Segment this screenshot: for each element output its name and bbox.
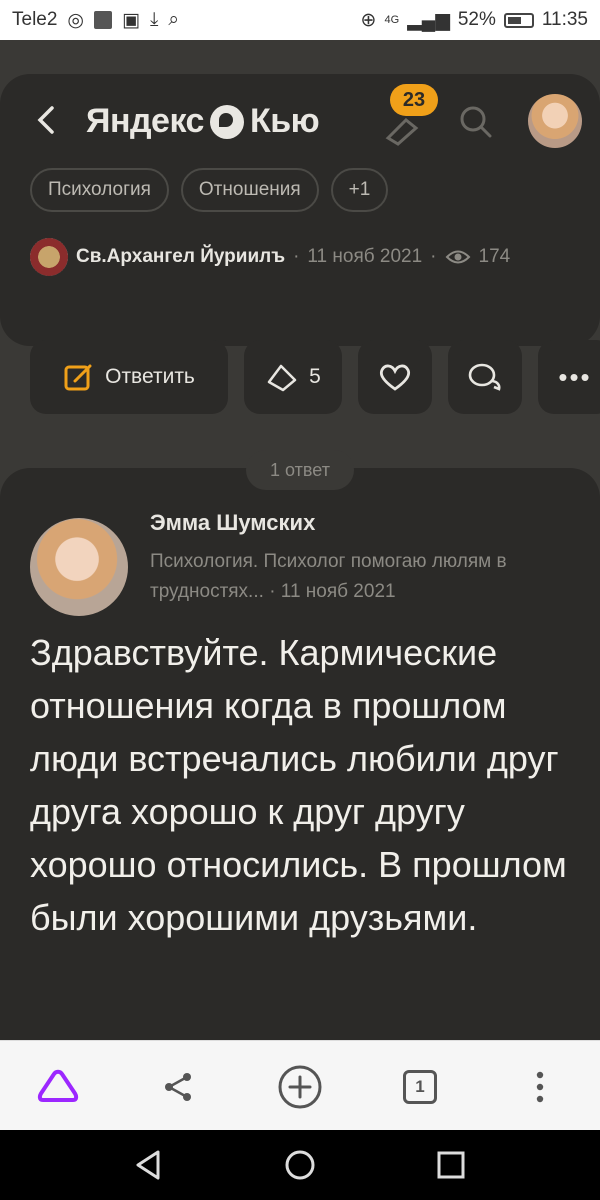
search-icon: ⌕ (168, 9, 180, 30)
action-bar: Ответить 5 ••• (30, 340, 600, 414)
upvote-count: 5 (309, 365, 321, 388)
yandex-q-logo[interactable]: Яндекс Кью (86, 102, 320, 141)
question-meta: Св.Архангел Йуриилъ · 11 нояб 2021 · 174 (30, 238, 510, 276)
app-notification-icon (94, 11, 113, 29)
separator-dot: · (269, 581, 281, 602)
like-button[interactable] (358, 340, 432, 414)
page-content: Яндекс Кью 23 Психология Отношения +1 Св… (0, 40, 600, 1040)
vertical-dots-icon (536, 1071, 544, 1103)
alice-icon (37, 1069, 79, 1102)
tabs-button[interactable]: 1 (396, 1063, 444, 1111)
answer-author-name[interactable]: Эмма Шумских (150, 510, 315, 536)
views-eye-icon (445, 250, 470, 264)
tabs-count: 1 (415, 1077, 425, 1096)
carrier-label: Tele2 (12, 9, 58, 30)
tag-list: Психология Отношения +1 (30, 168, 389, 212)
question-date: 11 нояб 2021 (307, 246, 423, 267)
user-avatar[interactable] (528, 94, 582, 148)
status-bar: Tele2 ◎ ▣ ⤓ ⌕ ⊕ 4G ▂▄▆ 52% 11:35 (0, 0, 600, 40)
author-avatar[interactable] (30, 238, 68, 276)
logo-brand-2: Кью (249, 102, 320, 140)
separator-dot: · (293, 246, 300, 267)
reply-label: Ответить (105, 365, 195, 388)
nav-back-icon[interactable] (132, 1148, 166, 1182)
separator-dot: · (430, 246, 437, 267)
battery-icon (503, 12, 534, 28)
app-header: Яндекс Кью 23 (0, 84, 600, 150)
nav-recents-icon[interactable] (434, 1148, 468, 1182)
comments-button[interactable] (448, 340, 522, 414)
answers-count: 1 ответ (246, 450, 354, 490)
answer-date: 11 нояб 2021 (280, 581, 396, 602)
share-button[interactable] (154, 1063, 202, 1111)
download-icon: ⤓ (149, 9, 159, 30)
answer-author-avatar[interactable] (30, 518, 128, 616)
upvote-icon (267, 364, 297, 392)
hotspot-icon: ◎ (67, 9, 85, 31)
answer-body: Здравствуйте. Кармические отношения когд… (30, 632, 567, 938)
reply-button[interactable]: Ответить (30, 340, 228, 414)
tag-chip[interactable]: Отношения (180, 168, 319, 212)
heart-icon (379, 364, 411, 391)
system-navigation-bar (0, 1130, 600, 1200)
author-name[interactable]: Св.Архангел Йуриилъ (76, 246, 285, 268)
tag-chip-more[interactable]: +1 (330, 168, 389, 212)
views-count: 174 (478, 246, 511, 267)
more-button[interactable]: ••• (538, 340, 600, 414)
image-icon: ▣ (122, 9, 140, 31)
edit-icon (64, 364, 92, 391)
network-label: 4G (384, 14, 400, 26)
tabs-count-icon: 1 (403, 1070, 437, 1104)
upvote-button[interactable]: 5 (244, 340, 342, 414)
search-icon[interactable] (456, 102, 496, 142)
alice-button[interactable] (34, 1063, 82, 1111)
notification-badge[interactable]: 23 (390, 84, 438, 116)
share-icon (165, 1073, 191, 1101)
logo-mark-icon (209, 104, 244, 139)
battery-percent: 52% (457, 9, 496, 30)
new-tab-button[interactable] (276, 1063, 324, 1111)
back-arrow-icon[interactable] (28, 100, 68, 140)
nav-home-icon[interactable] (283, 1148, 317, 1182)
browser-menu-button[interactable] (516, 1063, 564, 1111)
tag-chip[interactable]: Психология (30, 168, 169, 212)
more-icon: ••• (558, 361, 592, 392)
browser-toolbar: 1 (0, 1040, 600, 1130)
answer-author-meta: Психология. Психолог помогаю люлям в тру… (150, 547, 570, 607)
clock: 11:35 (541, 9, 588, 30)
data-saver-icon: ⊕ (360, 9, 377, 31)
plus-circle-icon (278, 1065, 322, 1109)
comments-icon (468, 363, 501, 391)
signal-icon: ▂▄▆ (407, 9, 450, 31)
logo-brand: Яндекс (86, 102, 204, 140)
